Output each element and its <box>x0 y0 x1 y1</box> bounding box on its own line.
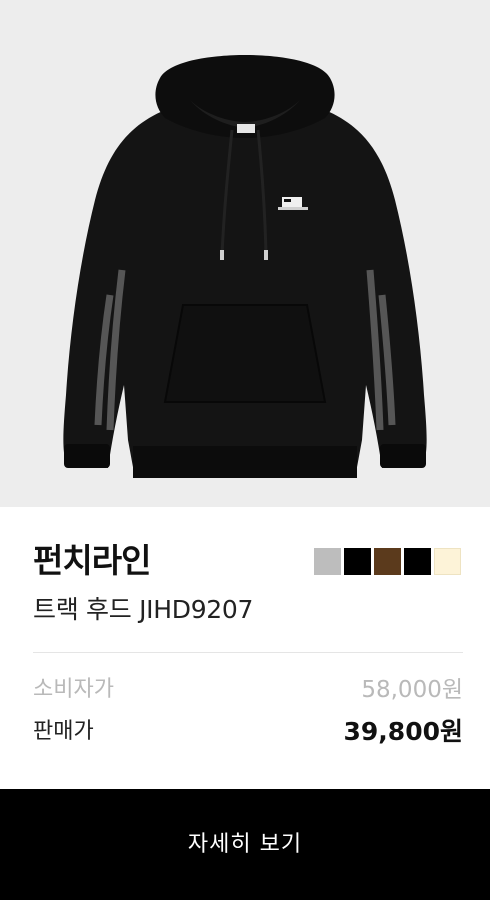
color-swatch-black-2[interactable] <box>404 548 431 575</box>
sale-price-row: 판매가 39,800원 <box>33 714 463 750</box>
retail-price-label: 소비자가 <box>33 677 114 702</box>
brand-row: 펀치라인 <box>33 537 463 585</box>
sale-price-label: 판매가 <box>33 719 94 744</box>
color-swatch-gray[interactable] <box>314 548 341 575</box>
product-image[interactable] <box>0 0 490 507</box>
black-hoodie-image <box>63 55 427 478</box>
color-swatch-black[interactable] <box>344 548 371 575</box>
divider <box>33 652 463 653</box>
retail-price-value: 58,000원 <box>361 677 463 703</box>
product-card: 펀치라인 트랙 후드 JIHD9207 소비자가 58,000원 판매가 39,… <box>0 0 490 900</box>
color-swatch-cream[interactable] <box>434 548 461 575</box>
view-details-button[interactable]: 자세히 보기 <box>0 789 490 900</box>
product-name[interactable]: 트랙 후드 JIHD9207 <box>33 590 253 630</box>
color-swatch-brown[interactable] <box>374 548 401 575</box>
sale-price-value: 39,800원 <box>343 717 463 746</box>
color-swatches <box>314 548 461 575</box>
brand-name[interactable]: 펀치라인 <box>33 537 151 585</box>
retail-price-row: 소비자가 58,000원 <box>33 672 463 708</box>
